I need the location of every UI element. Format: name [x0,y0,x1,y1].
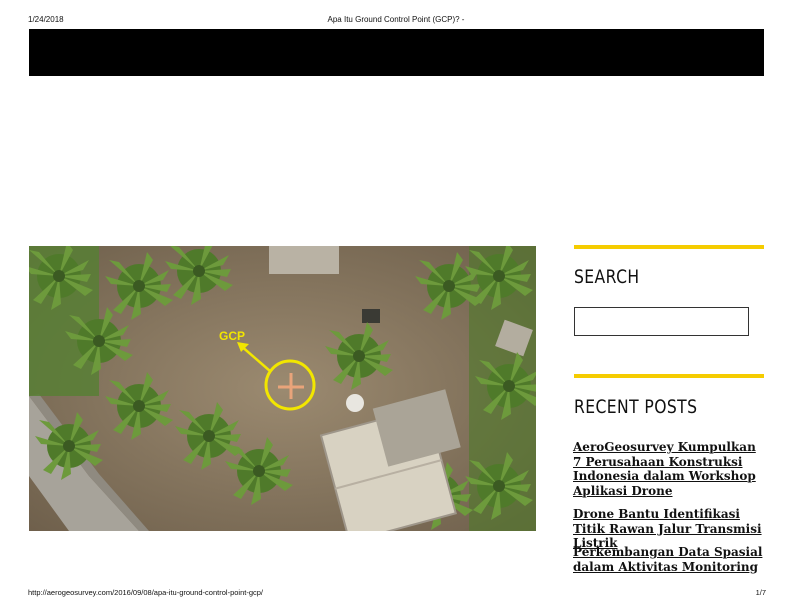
site-header-bar [29,29,764,76]
gcp-annotation-label: GCP [219,329,245,343]
recent-post-link-1[interactable]: AeroGeosurvey Kumpulkan 7 Perusahaan Kon… [573,440,768,498]
print-footer-url: http://aerogeosurvey.com/2016/09/08/apa-… [28,588,264,597]
recent-post-link-3[interactable]: Perkembangan Data Spasial dalam Aktivita… [573,545,768,574]
featured-aerial-image: GCP [29,246,536,531]
recent-posts-title: RECENT POSTS [574,396,698,418]
search-widget-accent-bar [574,245,764,249]
recent-post-link-2[interactable]: Drone Bantu Identifikasi Titik Rawan Jal… [573,507,768,551]
recent-posts-accent-bar [574,374,764,378]
search-input[interactable] [574,307,749,336]
print-footer-page-number: 1/7 [755,588,766,597]
print-header-title: Apa Itu Ground Control Point (GCP)? - [327,15,465,24]
search-widget-title: SEARCH [574,266,640,288]
